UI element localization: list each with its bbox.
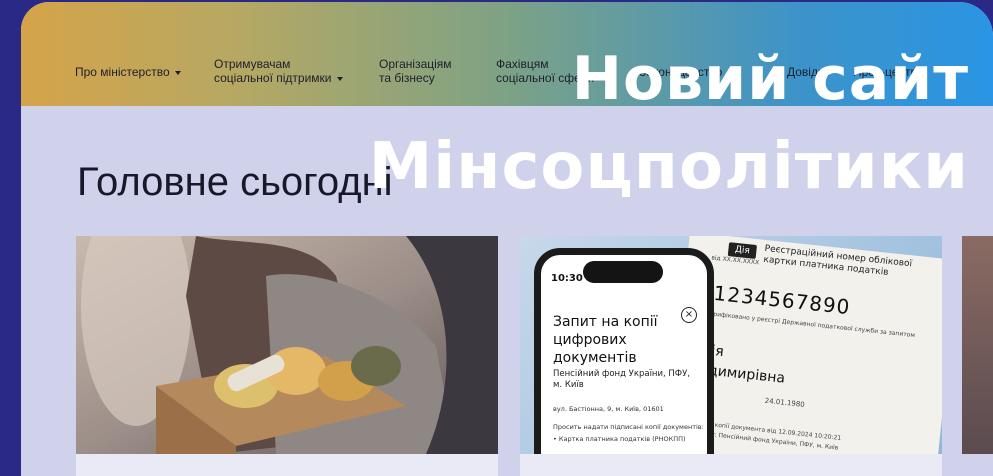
nav-item-label: Про міністерство [75,65,170,79]
phone-request-item: • Картка платника податків (РНОКПП) [553,435,686,443]
nav-item-recipients[interactable]: Отримувачам соціальної підтримки [214,57,343,85]
phone-request-org: Пенсійний фонд України, ПФУ, м. Київ [553,369,691,390]
chevron-down-icon [336,76,343,81]
headline-line1: Новий сайт [571,44,969,114]
document-heading: Реєстраційний номер облікової картки пла… [762,243,913,278]
site-panel: Про міністерство Отримувачам соціальної … [21,2,993,476]
section-title: Головне сьогодні [77,160,393,204]
nav-item-label: Отримувачам [214,57,291,71]
phone-request-address: вул. Бастіонна, 9, м. Київ, 01601 [553,405,664,413]
phone-notch [583,261,663,283]
nav-item-about[interactable]: Про міністерство [75,65,181,79]
nav-item-label: соціальної підтримки [214,71,332,85]
nav-item-label-line2: соціальної підтримки [214,71,343,85]
card-caption-area [520,454,942,476]
nav-item-label: Організаціям [379,57,452,71]
phone-request-title: Запит на копії цифрових документів [553,314,658,366]
food-box-photo [76,236,498,454]
phone-time: 10:30 [551,273,583,284]
chevron-down-icon [174,70,181,75]
news-card-food-aid[interactable] [76,236,498,476]
news-card-partial[interactable] [962,236,993,454]
nav-item-organizations[interactable]: Організаціям та бізнесу [379,57,452,85]
phone-mockup: 10:30 × Запит на копії цифрових документ… [534,248,714,454]
phone-request-ask: Просить надати підписані копії документі… [553,423,704,431]
card-caption-area [76,454,498,476]
birth-date: 24.01.1980 [764,396,806,409]
card-image: Дія Реєстраційний номер облікової картки… [520,236,942,454]
headline-line2: Мінсоцполітики [368,130,969,204]
news-card-diia-documents[interactable]: Дія Реєстраційний номер облікової картки… [520,236,942,476]
nav-item-label: та бізнесу [379,71,435,85]
